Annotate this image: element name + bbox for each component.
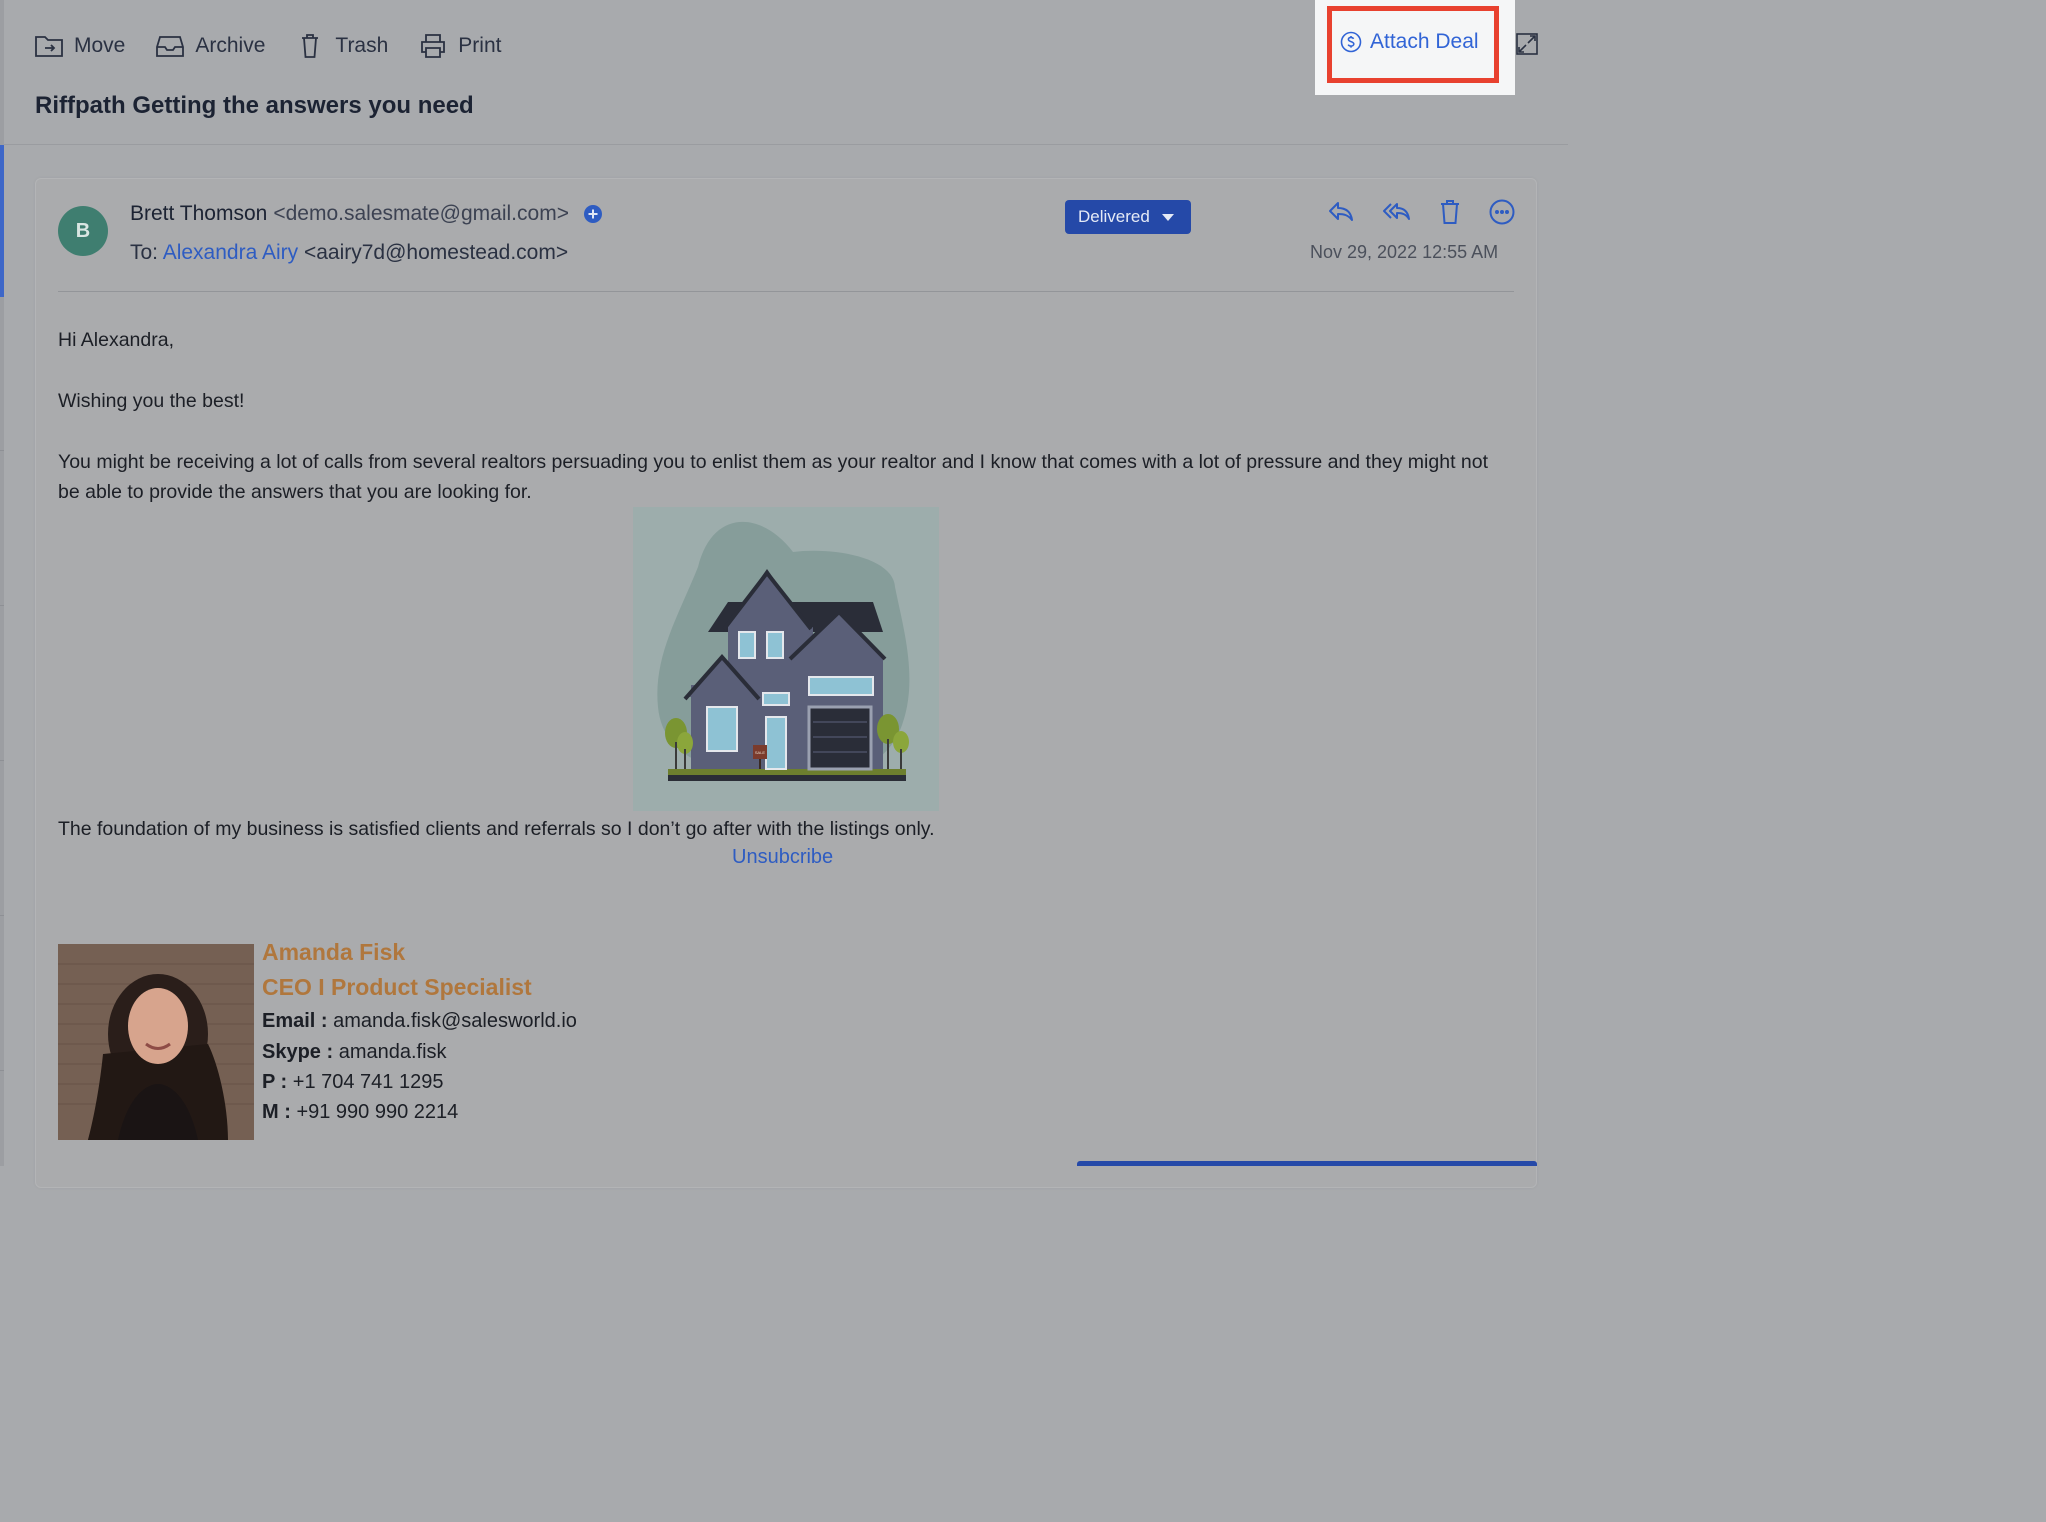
from-line: Brett Thomson <demo.salesmate@gmail.com>	[130, 202, 603, 226]
delete-icon[interactable]	[1436, 198, 1464, 226]
greeting-text: Hi Alexandra,	[58, 329, 174, 351]
sale-sign-text: SALE	[755, 750, 766, 755]
to-line: To: Alexandra Airy <aairy7d@homestead.co…	[130, 241, 568, 265]
signature-name: Amanda Fisk	[262, 939, 406, 965]
signature-mobile-value: +91 990 990 2214	[296, 1101, 459, 1123]
signature-skype-value: amanda.fisk	[338, 1041, 447, 1063]
more-options-icon[interactable]	[1488, 198, 1516, 226]
archive-icon	[156, 36, 185, 57]
reply-all-icon[interactable]	[1382, 198, 1410, 226]
signature-mobile: M : +91 990 990 2214	[262, 1101, 458, 1124]
unsubscribe-link[interactable]: Unsubcribe	[732, 846, 833, 869]
print-button[interactable]: Print	[418, 32, 501, 60]
archive-label: Archive	[195, 34, 266, 57]
chevron-down-icon	[1161, 213, 1174, 221]
folder-move-icon	[35, 36, 63, 57]
body-paragraph-2: The foundation of my business is satisfi…	[58, 818, 935, 840]
sender-email: <demo.salesmate@gmail.com>	[273, 202, 569, 225]
signature-phone-value: +1 704 741 1295	[292, 1071, 444, 1093]
recipient-email: <aairy7d@homestead.com>	[303, 241, 569, 264]
signature-title: CEO I Product Specialist	[262, 974, 532, 1000]
recipient-name[interactable]: Alexandra Airy	[163, 241, 298, 264]
avatar: B	[58, 206, 108, 256]
signature-email: Email : amanda.fisk@salesworld.io	[262, 1010, 577, 1033]
move-button[interactable]: Move	[34, 32, 125, 60]
trash-button[interactable]: Trash	[295, 32, 388, 60]
left-divider	[0, 1070, 4, 1071]
to-prefix: To:	[130, 241, 159, 264]
selected-indicator	[0, 145, 4, 297]
reply-icon[interactable]	[1327, 198, 1355, 226]
signature-phone: P : +1 704 741 1295	[262, 1071, 443, 1094]
signature-email-value: amanda.fisk@salesworld.io	[333, 1010, 577, 1032]
left-divider	[0, 605, 4, 606]
email-timestamp: Nov 29, 2022 12:55 AM	[1310, 242, 1499, 262]
status-label: Delivered	[1078, 207, 1150, 226]
expand-icon[interactable]	[1515, 32, 1539, 56]
signature-mobile-label: M :	[262, 1101, 291, 1123]
attach-deal-button[interactable]: Attach Deal	[1340, 30, 1479, 54]
email-subject: Riffpath Getting the answers you need	[35, 92, 474, 119]
status-badge[interactable]: Delivered	[1065, 200, 1191, 234]
archive-button[interactable]: Archive	[155, 32, 265, 60]
signature-email-label: Email :	[262, 1010, 328, 1032]
print-icon	[421, 34, 446, 58]
print-label: Print	[458, 34, 502, 57]
wish-text: Wishing you the best!	[58, 390, 245, 412]
card-divider	[58, 291, 1514, 292]
dollar-circle-icon	[1340, 31, 1362, 53]
left-divider	[0, 915, 4, 916]
trash-label: Trash	[335, 34, 389, 57]
move-label: Move	[74, 34, 126, 57]
header-divider	[4, 144, 1568, 145]
body-paragraph: You might be receiving a lot of calls fr…	[58, 451, 1489, 503]
trash-icon	[302, 34, 319, 58]
sender-name[interactable]: Brett Thomson	[130, 202, 267, 226]
attach-deal-label: Attach Deal	[1370, 30, 1479, 53]
left-divider	[0, 760, 4, 761]
signature-photo	[58, 944, 254, 1140]
house-illustration: SALE	[633, 507, 939, 811]
signature-phone-label: P :	[262, 1071, 288, 1093]
signature-skype: Skype : amanda.fisk	[262, 1041, 447, 1064]
signature-skype-label: Skype :	[262, 1041, 334, 1063]
left-divider	[0, 450, 4, 451]
bottom-action-bar[interactable]	[1077, 1161, 1537, 1166]
add-contact-icon[interactable]	[583, 204, 603, 224]
email-toolbar: Move Archive Trash Print	[34, 30, 531, 62]
